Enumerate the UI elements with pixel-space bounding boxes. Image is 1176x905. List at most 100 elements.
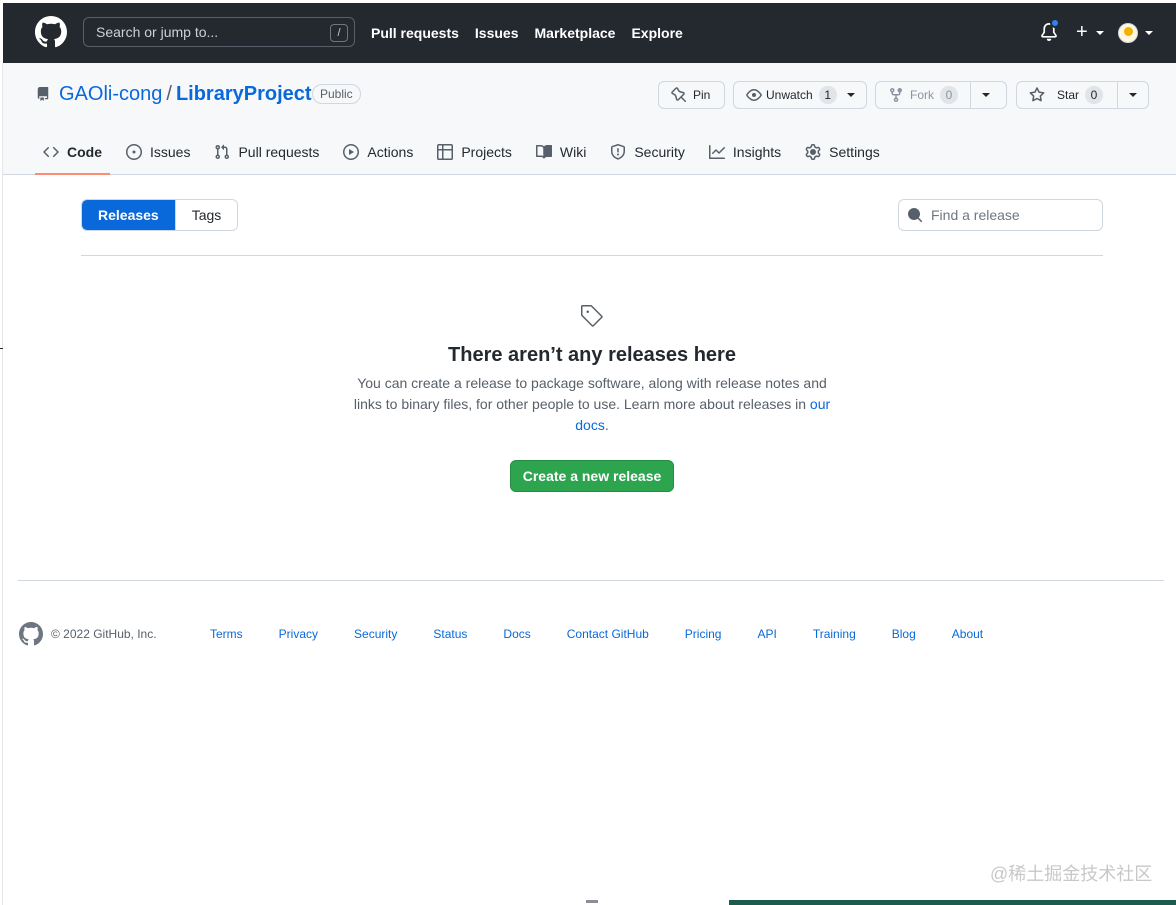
unwatch-label: Unwatch xyxy=(766,88,813,102)
tab-label: Insights xyxy=(732,144,782,160)
repo-path-separator: / xyxy=(166,83,172,105)
visibility-badge: Public xyxy=(312,84,361,104)
global-search-input[interactable]: Search or jump to... / xyxy=(83,17,355,47)
pin-label: Pin xyxy=(693,88,711,102)
footer-links: Terms Privacy Security Status Docs Conta… xyxy=(210,627,1019,641)
star-count: 0 xyxy=(1085,86,1104,104)
search-placeholder: Search or jump to... xyxy=(96,24,219,40)
releases-toggle[interactable]: Releases xyxy=(82,200,175,230)
tab-label: Pull requests xyxy=(238,144,320,160)
code-icon xyxy=(43,146,59,158)
tab-label: Settings xyxy=(829,144,880,160)
footer-link-security[interactable]: Security xyxy=(354,627,397,641)
graph-icon xyxy=(708,145,725,159)
find-release-field xyxy=(898,199,1103,231)
unwatch-button[interactable]: Unwatch 1 xyxy=(733,81,867,109)
empty-description: You can create a release to package soft… xyxy=(340,373,844,436)
create-new-menu[interactable]: + xyxy=(1076,22,1108,42)
search-icon xyxy=(908,208,923,223)
user-menu[interactable] xyxy=(1118,23,1156,43)
github-logo-icon[interactable] xyxy=(35,16,67,48)
create-new-release-button[interactable]: Create a new release xyxy=(510,460,674,492)
footer-link-terms[interactable]: Terms xyxy=(210,627,243,641)
star-icon xyxy=(1029,87,1045,102)
notification-indicator xyxy=(1050,18,1060,28)
tab-label: Projects xyxy=(461,144,512,160)
empty-description-text: You can create a release to package soft… xyxy=(353,375,827,412)
tab-issues[interactable]: Issues xyxy=(118,129,198,175)
play-icon xyxy=(343,144,360,160)
nav-marketplace[interactable]: Marketplace xyxy=(535,25,616,41)
star-dropdown-chevron-icon[interactable] xyxy=(1129,93,1138,97)
footer-link-api[interactable]: API xyxy=(757,627,776,641)
star-label: Star xyxy=(1057,88,1080,102)
chevron-down-icon xyxy=(1096,31,1104,35)
footer-link-about[interactable]: About xyxy=(952,627,983,641)
global-header: Search or jump to... / Pull requests Iss… xyxy=(3,3,1176,63)
repo-header: GAOli-cong / LibraryProject Public Pin U… xyxy=(3,63,1176,175)
repo-forked-icon xyxy=(890,88,902,103)
tags-toggle[interactable]: Tags xyxy=(174,200,238,230)
repo-icon xyxy=(37,87,49,101)
empty-title: There aren’t any releases here xyxy=(448,344,736,366)
taskbar-fragment xyxy=(586,900,598,903)
footer-divider xyxy=(18,580,1164,581)
nav-explore[interactable]: Explore xyxy=(631,25,682,41)
tab-label: Issues xyxy=(150,144,191,160)
find-release-input[interactable] xyxy=(931,207,1091,223)
shield-icon xyxy=(611,144,626,160)
tag-icon xyxy=(581,305,603,327)
footer-link-pricing[interactable]: Pricing xyxy=(685,627,722,641)
footer-link-contact[interactable]: Contact GitHub xyxy=(567,627,649,641)
git-pull-request-icon xyxy=(215,144,230,160)
tab-code[interactable]: Code xyxy=(35,129,110,175)
repo-title: GAOli-cong / LibraryProject xyxy=(59,83,312,106)
fork-label: Fork xyxy=(910,88,934,102)
window-left-edge xyxy=(0,63,3,905)
tab-wiki[interactable]: Wiki xyxy=(528,129,594,175)
issue-opened-icon xyxy=(126,144,142,160)
github-footer-logo-icon[interactable] xyxy=(19,622,43,646)
left-edge-mark xyxy=(0,348,3,349)
repo-tabs: Code Issues Pull requests Actions Projec… xyxy=(35,129,896,175)
eye-icon xyxy=(746,89,762,101)
star-button-group[interactable]: Star 0 xyxy=(1016,81,1149,109)
nav-issues[interactable]: Issues xyxy=(475,25,519,41)
global-nav: Pull requests Issues Marketplace Explore xyxy=(371,3,683,63)
slash-shortcut-key: / xyxy=(330,24,348,42)
chevron-down-icon xyxy=(1145,31,1153,35)
footer-link-blog[interactable]: Blog xyxy=(892,627,916,641)
pin-button[interactable]: Pin xyxy=(658,81,725,109)
watermark: @稀土掘金技术社区 xyxy=(990,864,1153,884)
empty-releases-blankslate: There aren’t any releases here You can c… xyxy=(340,300,844,436)
divider xyxy=(81,255,1103,256)
fork-button-group: Fork 0 xyxy=(875,81,1007,109)
gear-icon xyxy=(805,144,821,160)
nav-pull-requests[interactable]: Pull requests xyxy=(371,25,459,41)
taskbar-fragment xyxy=(729,900,1176,905)
footer-link-training[interactable]: Training xyxy=(813,627,856,641)
tab-label: Security xyxy=(634,144,685,160)
footer-link-privacy[interactable]: Privacy xyxy=(279,627,318,641)
book-icon xyxy=(535,144,552,159)
repo-owner-link[interactable]: GAOli-cong xyxy=(59,83,162,106)
tab-settings[interactable]: Settings xyxy=(797,129,888,175)
footer-link-status[interactable]: Status xyxy=(433,627,467,641)
tab-pull-requests[interactable]: Pull requests xyxy=(206,129,327,175)
tab-security[interactable]: Security xyxy=(602,129,693,175)
tab-insights[interactable]: Insights xyxy=(701,129,789,175)
releases-tags-toggle: Releases Tags xyxy=(81,199,239,231)
tab-projects[interactable]: Projects xyxy=(429,129,520,175)
footer-copyright: © 2022 GitHub, Inc. xyxy=(51,627,157,641)
watch-count: 1 xyxy=(818,86,837,104)
tab-actions[interactable]: Actions xyxy=(335,129,421,175)
footer-link-docs[interactable]: Docs xyxy=(503,627,530,641)
fork-dropdown-chevron-icon[interactable] xyxy=(982,93,990,97)
pin-icon xyxy=(671,87,687,103)
chevron-down-icon xyxy=(846,93,855,97)
tab-label: Wiki xyxy=(559,144,587,160)
avatar xyxy=(1118,23,1138,43)
repo-name-link[interactable]: LibraryProject xyxy=(176,83,312,106)
table-icon xyxy=(437,144,454,160)
fork-count: 0 xyxy=(940,86,958,104)
